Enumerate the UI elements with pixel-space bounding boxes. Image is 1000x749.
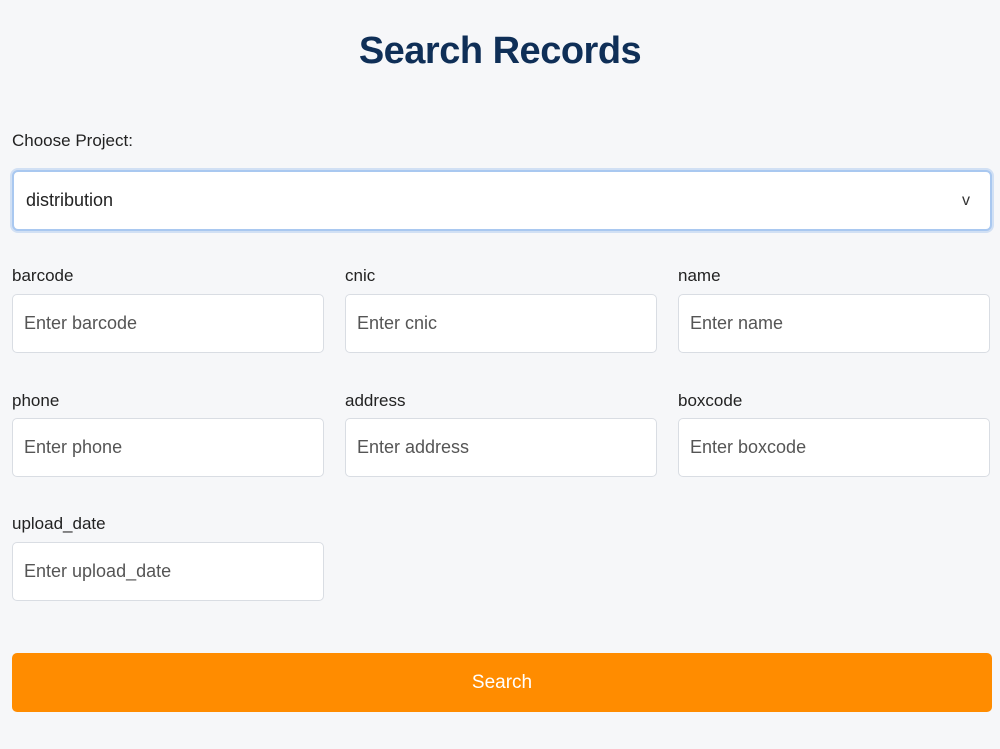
name-input[interactable]: [678, 294, 990, 353]
page-title: Search Records: [358, 30, 642, 72]
project-label: Choose Project:: [12, 131, 133, 150]
phone-label: phone: [12, 391, 60, 410]
upload-date-input[interactable]: [12, 542, 324, 601]
boxcode-label: boxcode: [678, 391, 743, 410]
chevron-down-icon: v: [962, 191, 970, 209]
barcode-input[interactable]: [12, 294, 324, 353]
search-button[interactable]: Search: [12, 653, 992, 712]
barcode-label: barcode: [12, 266, 74, 285]
boxcode-input[interactable]: [678, 418, 990, 477]
search-records-page: Search Records Choose Project: distribut…: [0, 0, 1000, 749]
cnic-label: cnic: [345, 266, 376, 285]
name-label: name: [678, 266, 721, 285]
phone-input[interactable]: [12, 418, 324, 477]
upload-date-label: upload_date: [12, 514, 106, 533]
address-label: address: [345, 391, 406, 410]
project-select-value: distribution: [26, 190, 114, 210]
cnic-input[interactable]: [345, 294, 657, 353]
project-select[interactable]: distribution v: [12, 170, 992, 231]
address-input[interactable]: [345, 418, 657, 477]
